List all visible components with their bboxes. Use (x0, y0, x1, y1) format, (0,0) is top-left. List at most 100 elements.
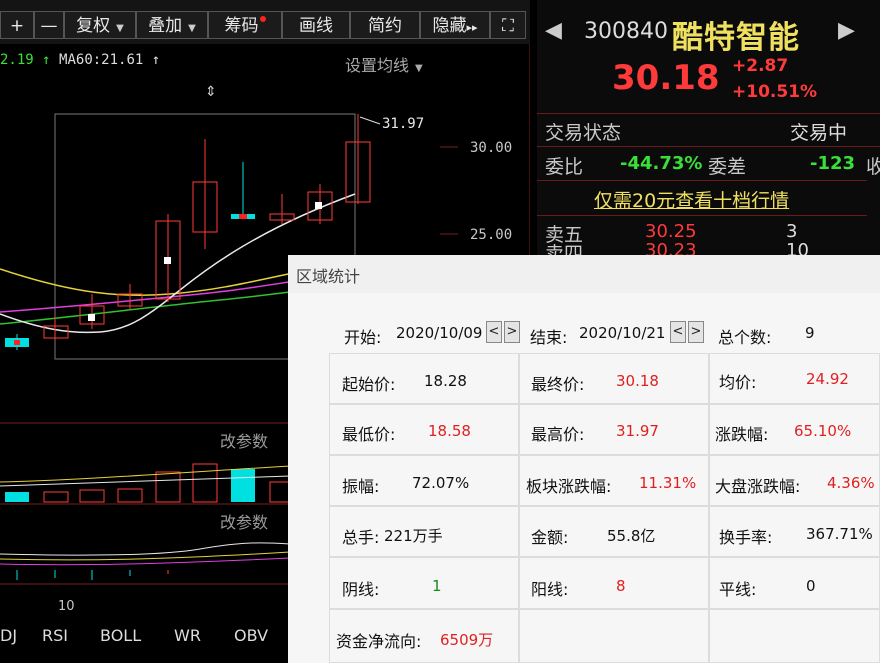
yincang-label: 隐藏 (432, 16, 467, 36)
end-price-value: 30.18 (616, 372, 659, 390)
yin-value: 1 (432, 577, 442, 595)
yang-value: 8 (616, 577, 626, 595)
dialog-body: 开始: 2020/10/09 < > 结束: 2020/10/21 < > 总个… (288, 293, 880, 663)
jianyue-button[interactable]: 简约 (350, 11, 420, 39)
stat-cell: 振幅: 72.07% (329, 455, 519, 506)
turnover-label: 换手率: (719, 528, 773, 547)
count-label: 总个数: (718, 328, 772, 347)
prev-stock-icon[interactable]: ◀ (545, 18, 562, 43)
avg-price-label: 均价: (719, 373, 757, 392)
sell4-row: 卖四 30.23 10 (537, 240, 880, 255)
stat-cell: 大盘涨跌幅: 4.36% (709, 455, 880, 506)
zoom-in-button[interactable]: + (0, 11, 34, 39)
stat-cell: 换手率: 367.71% (709, 506, 880, 557)
high-price-label: 最高价: (531, 425, 585, 444)
end-date: 2020/10/21 (579, 324, 666, 342)
weibi-value: -44.73% (620, 153, 703, 174)
stat-cell: 总手: 221万手 (329, 506, 519, 557)
sector-change-value: 11.31% (639, 474, 697, 492)
huaxian-button[interactable]: 画线 (282, 11, 350, 39)
fuquan-label: 复权 (76, 16, 111, 36)
sell4-volume: 10 (786, 240, 809, 255)
start-price-label: 起始价: (342, 375, 396, 394)
weicha-value: -123 (810, 153, 856, 174)
end-next-button[interactable]: > (688, 321, 704, 343)
volume-bars (0, 463, 291, 503)
yang-label: 阳线: (531, 580, 569, 599)
promo-link[interactable]: 仅需20元查看十档行情 (594, 186, 789, 213)
zoom-out-button[interactable]: — (34, 11, 64, 39)
chevron-down-icon: ▼ (188, 23, 196, 34)
tab-dj[interactable]: DJ (0, 626, 17, 645)
stat-cell: 最低价: 18.58 (329, 404, 519, 455)
diejia-label: 叠加 (148, 16, 183, 36)
change-pct-value: 65.10% (794, 422, 852, 440)
indicator-tabs: DJ RSI BOLL WR OBV (0, 622, 290, 648)
stat-cell: 起始价: 18.28 (329, 353, 519, 404)
sell4-label: 卖四 (545, 243, 584, 255)
indicator-lines (0, 542, 291, 580)
stock-name: 酷特智能 (672, 20, 800, 56)
sell5-price: 30.25 (645, 221, 697, 242)
chevron-down-icon: ▼ (116, 23, 124, 34)
high-price-value: 31.97 (616, 422, 659, 440)
yincang-button[interactable]: 隐藏▸▸ (420, 11, 490, 39)
stat-cell: 涨跌幅: 65.10% (709, 404, 880, 455)
end-label: 结束: (530, 328, 568, 347)
start-date: 2020/10/09 (396, 324, 483, 342)
yin-label: 阴线: (342, 580, 380, 599)
net-flow-label: 资金净流向: (336, 632, 422, 651)
start-prev-button[interactable]: < (486, 321, 502, 343)
stat-cell-empty (519, 609, 709, 663)
fuquan-dropdown[interactable]: 复权 ▼ (64, 11, 136, 39)
stat-cell: 金额: 55.8亿 (519, 506, 709, 557)
diejia-dropdown[interactable]: 叠加 ▼ (136, 11, 208, 39)
weicha-label: 委差 (708, 156, 747, 178)
status-label: 交易状态 (545, 122, 622, 144)
tab-boll[interactable]: BOLL (100, 626, 141, 645)
tab-obv[interactable]: OBV (234, 626, 268, 645)
gai-canshu-label-1: 改参数 (220, 432, 268, 451)
market-change-value: 4.36% (827, 474, 875, 492)
low-price-label: 最低价: (342, 425, 396, 444)
weibi-label: 委比 (545, 156, 584, 178)
next-stock-icon[interactable]: ▶ (838, 18, 855, 43)
stat-cell: 板块涨跌幅: 11.31% (519, 455, 709, 506)
amount-value: 55.8亿 (607, 527, 656, 545)
count-value: 9 (805, 324, 815, 342)
stat-cell: 阴线: 1 (329, 557, 519, 609)
volume-label: 总手: (342, 528, 380, 547)
amplitude-label: 振幅: (342, 477, 380, 496)
stat-cell-empty (709, 609, 880, 663)
side-char: 收 (866, 156, 880, 178)
stat-cell: 阳线: 8 (519, 557, 709, 609)
sector-change-label: 板块涨跌幅: (526, 477, 612, 496)
last-price: 30.18 (612, 58, 720, 98)
gai-canshu-label-2: 改参数 (220, 513, 268, 532)
stat-cell: 资金净流向: 6509万 (329, 609, 519, 663)
change-pct-label: 涨跌幅: (715, 425, 769, 444)
ping-value: 0 (806, 577, 816, 595)
dialog-title: 区域统计 (296, 267, 361, 286)
stat-cell: 平线: 0 (709, 557, 880, 609)
start-label: 开始: (344, 328, 382, 347)
tab-rsi[interactable]: RSI (42, 626, 68, 645)
drag-handle-icon: ⇕ (205, 84, 217, 100)
end-price-label: 最终价: (531, 375, 585, 394)
high-price-label: 31.97 (382, 116, 424, 132)
x-axis-tick: 10 (58, 599, 75, 614)
sell5-volume: 3 (786, 221, 798, 242)
chouma-button[interactable]: 筹码 (208, 11, 282, 39)
price-change-pct: +10.51% (732, 82, 818, 102)
amount-label: 金额: (531, 528, 569, 547)
market-change-label: 大盘涨跌幅: (715, 477, 801, 496)
y-axis-label-30: 30.00 (470, 140, 512, 156)
stat-cell: 最高价: 31.97 (519, 404, 709, 455)
start-next-button[interactable]: > (504, 321, 520, 343)
tab-wr[interactable]: WR (174, 626, 201, 645)
volume-value: 221万手 (384, 527, 443, 545)
status-value: 交易中 (790, 122, 848, 144)
end-prev-button[interactable]: < (670, 321, 686, 343)
fullscreen-button[interactable]: ⛶ (490, 11, 526, 39)
indicator-dot-icon (259, 16, 266, 22)
